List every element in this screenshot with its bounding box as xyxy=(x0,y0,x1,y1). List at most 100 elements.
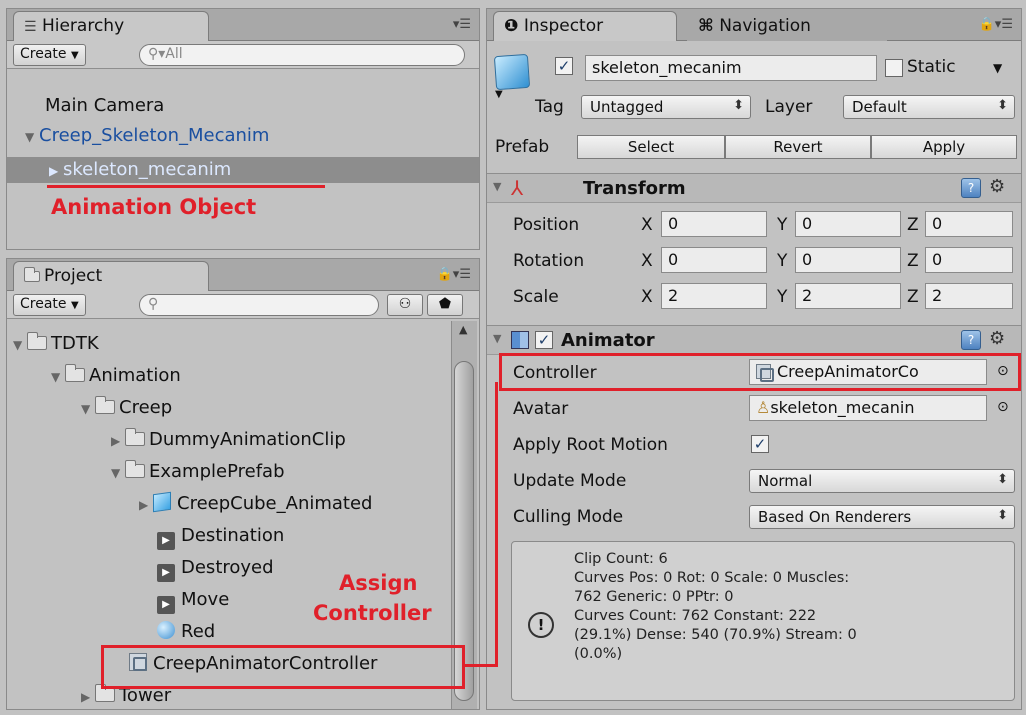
expand-arrow-icon[interactable]: ▼ xyxy=(493,180,501,193)
expand-arrow-icon[interactable]: ▼ xyxy=(493,332,501,345)
lock-menu-icon[interactable]: 🔒▾☰ xyxy=(979,17,1013,32)
folder-icon xyxy=(125,460,145,478)
hierarchy-search-input[interactable]: ⚲▾All xyxy=(139,44,465,66)
layer-dropdown[interactable]: Default ⬍ xyxy=(843,95,1015,119)
animator-header[interactable]: ▼ ✓ Animator ? ⚙ xyxy=(487,325,1021,355)
project-item-dummy-animation-clip[interactable]: ▶ DummyAnimationClip xyxy=(111,428,346,452)
prefab-label: Prefab xyxy=(495,137,550,157)
scale-z-field[interactable]: 2 xyxy=(925,283,1013,309)
transform-header[interactable]: ▼ ⅄ Transform ? ⚙ xyxy=(487,173,1021,203)
tab-inspector[interactable]: ❶ Inspector xyxy=(493,11,677,41)
collapse-arrow-icon[interactable]: ▶ xyxy=(81,686,95,708)
object-name-field[interactable]: skeleton_mecanim xyxy=(585,55,877,81)
project-item-destroyed[interactable]: ▶ Destroyed xyxy=(157,557,274,582)
project-item-animation[interactable]: ▼ Animation xyxy=(51,364,181,388)
tag-icon: ⬟ xyxy=(438,296,452,312)
position-y-field[interactable]: 0 xyxy=(795,211,901,237)
filter-icon: ⚇ xyxy=(398,296,412,312)
rotation-x-field[interactable]: 0 xyxy=(661,247,767,273)
rotation-y-field[interactable]: 0 xyxy=(795,247,901,273)
axis-y-label: Y xyxy=(777,287,788,307)
search-icon: ⚲ xyxy=(148,296,159,312)
folder-icon xyxy=(24,267,40,282)
animation-clip-icon: ▶ xyxy=(157,596,175,614)
project-item-label: Destroyed xyxy=(181,557,274,578)
hierarchy-item-main-camera[interactable]: Main Camera xyxy=(45,95,164,117)
project-item-creep[interactable]: ▼ Creep xyxy=(81,396,172,420)
gear-icon[interactable]: ⚙ xyxy=(989,328,1005,349)
active-checkbox[interactable]: ✓ xyxy=(555,57,573,75)
expand-arrow-icon[interactable]: ▼ xyxy=(13,334,27,356)
prefab-select-button[interactable]: Select xyxy=(577,135,725,159)
prefab-apply-button[interactable]: Apply xyxy=(871,135,1017,159)
avatar-field[interactable]: ♙skeleton_mecanin xyxy=(749,395,987,421)
project-item-creep-cube-animated[interactable]: ▶ CreepCube_Animated xyxy=(139,491,372,516)
axis-x-label: X xyxy=(641,251,653,271)
project-item-label: TDTK xyxy=(51,333,99,354)
static-checkbox[interactable] xyxy=(885,59,903,77)
project-search-input[interactable]: ⚲ xyxy=(139,294,379,316)
culling-mode-value: Based On Renderers xyxy=(758,508,912,526)
tab-project[interactable]: Project xyxy=(13,261,209,291)
collapse-arrow-icon[interactable]: ▶ xyxy=(111,430,125,452)
update-mode-dropdown[interactable]: Normal ⬍ xyxy=(749,469,1015,493)
hierarchy-tabbar: ☰ Hierarchy ▾☰ xyxy=(7,9,479,41)
hierarchy-panel: ☰ Hierarchy ▾☰ Create ▼ ⚲▾All Main Camer… xyxy=(6,8,480,250)
collapse-arrow-icon[interactable]: ▶ xyxy=(139,494,153,516)
scroll-up-icon[interactable]: ▲ xyxy=(459,323,467,336)
project-item-tdtk[interactable]: ▼ TDTK xyxy=(13,332,99,356)
position-x-field[interactable]: 0 xyxy=(661,211,767,237)
project-item-label: Move xyxy=(181,589,230,610)
expand-arrow-icon[interactable]: ▼ xyxy=(51,366,65,388)
animator-enabled-checkbox[interactable]: ✓ xyxy=(535,331,553,349)
project-item-label: DummyAnimationClip xyxy=(149,429,346,450)
expand-arrow-icon[interactable]: ▼ xyxy=(81,398,95,420)
panel-menu-icon[interactable]: ▾☰ xyxy=(453,17,471,32)
project-tabbar: Project 🔒▾☰ xyxy=(7,259,479,291)
expand-arrow-icon[interactable]: ▼ xyxy=(495,89,503,100)
project-item-destination[interactable]: ▶ Destination xyxy=(157,525,284,550)
project-item-example-prefab[interactable]: ▼ ExamplePrefab xyxy=(111,460,285,484)
connector-line-vertical xyxy=(495,382,498,667)
folder-icon xyxy=(125,428,145,446)
tab-hierarchy[interactable]: ☰ Hierarchy xyxy=(13,11,209,41)
help-icon[interactable]: ? xyxy=(961,178,981,198)
folder-icon xyxy=(65,364,85,382)
tag-dropdown[interactable]: Untagged ⬍ xyxy=(581,95,751,119)
underline-annotation xyxy=(47,185,325,188)
filter-label-button[interactable]: ⬟ xyxy=(427,294,463,316)
prefab-cube-icon xyxy=(153,491,171,513)
project-item-red[interactable]: Red xyxy=(157,621,215,643)
lock-menu-icon[interactable]: 🔒▾☰ xyxy=(437,267,471,282)
axis-x-label: X xyxy=(641,215,653,235)
tab-navigation[interactable]: ⌘ Navigation xyxy=(687,11,887,41)
axis-z-label: Z xyxy=(907,251,919,271)
hierarchy-item-skeleton-mecanim[interactable]: ▶ skeleton_mecanim xyxy=(49,159,231,182)
gameobject-cube-icon xyxy=(493,53,531,91)
culling-mode-label: Culling Mode xyxy=(513,507,624,527)
help-icon[interactable]: ? xyxy=(961,330,981,350)
hierarchy-item-creep-skeleton[interactable]: ▼ Creep_Skeleton_Mecanim xyxy=(25,125,269,148)
update-mode-value: Normal xyxy=(758,472,813,490)
gear-icon[interactable]: ⚙ xyxy=(989,176,1005,197)
scale-x-field[interactable]: 2 xyxy=(661,283,767,309)
expand-arrow-icon[interactable]: ▼ xyxy=(111,462,125,484)
avatar-value: skeleton_mecanin xyxy=(770,398,915,417)
collapse-arrow-icon[interactable]: ▶ xyxy=(49,160,63,182)
project-item-move[interactable]: ▶ Move xyxy=(157,589,229,614)
project-item-label: Destination xyxy=(181,525,285,546)
prefab-revert-button[interactable]: Revert xyxy=(725,135,871,159)
apply-root-motion-checkbox[interactable]: ✓ xyxy=(751,435,769,453)
expand-arrow-icon[interactable]: ▼ xyxy=(25,126,39,148)
position-z-field[interactable]: 0 xyxy=(925,211,1013,237)
axis-z-label: Z xyxy=(907,287,919,307)
culling-mode-dropdown[interactable]: Based On Renderers ⬍ xyxy=(749,505,1015,529)
filter-type-button[interactable]: ⚇ xyxy=(387,294,423,316)
layer-label: Layer xyxy=(765,97,813,117)
project-create-button[interactable]: Create ▼ xyxy=(13,294,86,316)
chevron-down-icon[interactable]: ▼ xyxy=(993,61,1002,75)
object-picker-icon[interactable]: ⊙ xyxy=(997,399,1009,415)
rotation-z-field[interactable]: 0 xyxy=(925,247,1013,273)
scale-y-field[interactable]: 2 xyxy=(795,283,901,309)
hierarchy-create-button[interactable]: Create ▼ xyxy=(13,44,86,66)
